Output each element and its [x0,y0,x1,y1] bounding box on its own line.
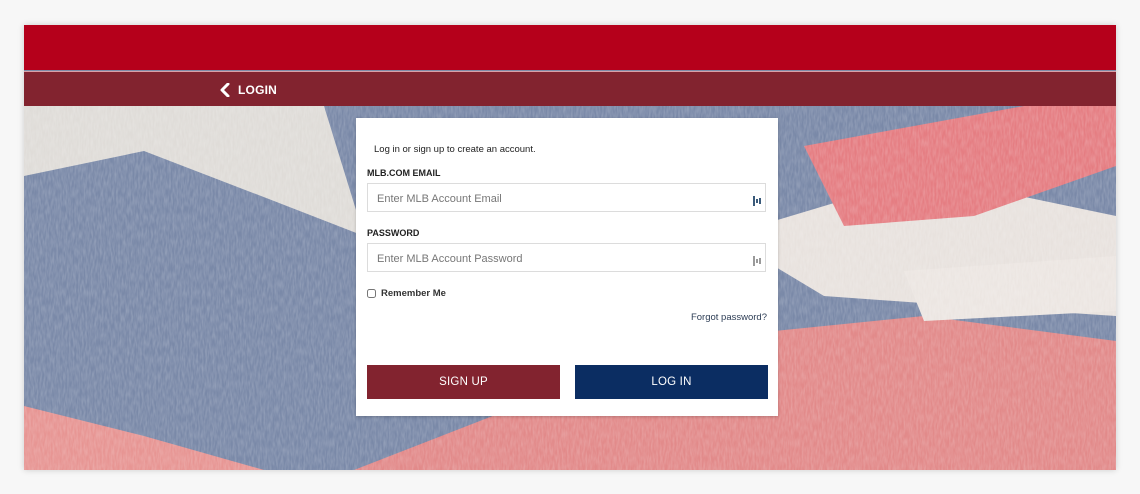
back-button[interactable]: LOGIN [220,80,277,100]
top-bar [24,25,1116,70]
intro-text: Log in or sign up to create an account. [374,144,536,155]
email-field[interactable] [375,184,749,213]
signup-button[interactable]: SIGN UP [367,365,560,399]
remember-me: Remember Me [367,288,446,299]
remember-me-checkbox[interactable] [367,289,376,298]
email-label: MLB.COM EMAIL [367,168,441,178]
password-field[interactable] [375,244,749,273]
key-icon[interactable] [753,193,761,206]
app-frame: LOGIN Log in or sign up to create an acc… [24,25,1116,470]
password-field-container [367,243,766,273]
login-card: Log in or sign up to create an account. … [356,118,778,416]
forgot-password-link[interactable]: Forgot password? [691,312,767,323]
login-button[interactable]: LOG IN [575,365,768,399]
email-field-container [367,183,766,213]
page-title: LOGIN [238,83,277,97]
remember-me-label: Remember Me [381,288,446,299]
password-label: PASSWORD [367,228,420,238]
key-icon[interactable] [753,253,761,266]
chevron-left-icon [220,83,230,97]
sub-header-bar: LOGIN [24,71,1116,107]
